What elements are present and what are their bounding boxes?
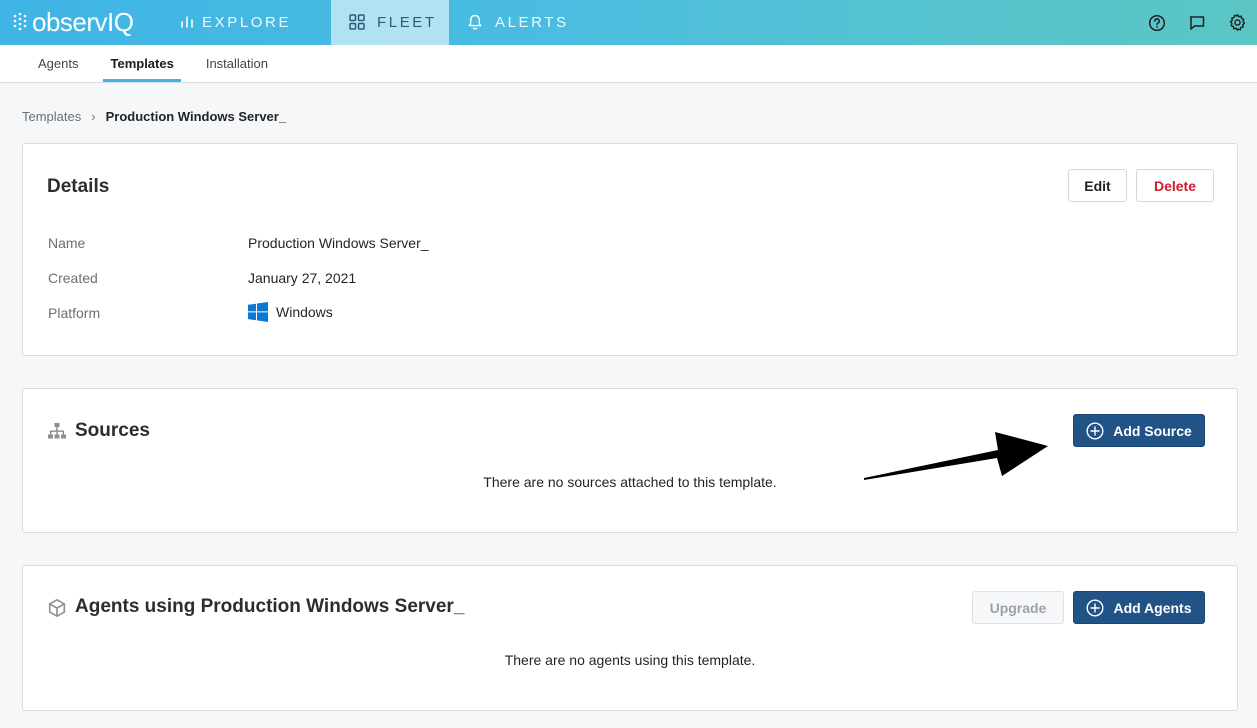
- plus-circle-icon: [1086, 598, 1104, 617]
- logo[interactable]: observIQ: [0, 0, 150, 45]
- nav-fleet[interactable]: FLEET: [331, 0, 449, 45]
- sources-title: Sources: [75, 420, 150, 441]
- windows-icon: [248, 302, 268, 322]
- logo-dots-icon: [13, 12, 27, 30]
- delete-button[interactable]: Delete: [1136, 169, 1214, 202]
- help-button[interactable]: [1147, 13, 1167, 33]
- edit-button[interactable]: Edit: [1068, 169, 1127, 202]
- platform-text: Windows: [276, 304, 333, 320]
- details-title: Details: [47, 176, 110, 197]
- add-source-label: Add Source: [1113, 422, 1192, 439]
- upgrade-button[interactable]: Upgrade: [972, 591, 1064, 624]
- nav-alerts-label: ALERTS: [495, 14, 569, 31]
- add-agents-label: Add Agents: [1113, 599, 1192, 616]
- add-source-button[interactable]: Add Source: [1073, 414, 1205, 447]
- sources-empty-text: There are no sources attached to this te…: [483, 474, 777, 490]
- name-value: Production Windows Server_: [248, 235, 429, 251]
- breadcrumb-templates-link[interactable]: Templates: [22, 109, 81, 124]
- tab-agents[interactable]: Agents: [22, 45, 94, 82]
- grid-icon: [349, 14, 365, 30]
- breadcrumb: Templates › Production Windows Server_: [22, 109, 286, 124]
- logo-text: observIQ: [32, 7, 134, 37]
- plus-circle-icon: [1086, 421, 1104, 440]
- nav-explore-label: EXPLORE: [202, 14, 292, 31]
- sitemap-icon: [48, 423, 66, 439]
- chat-button[interactable]: [1187, 13, 1207, 33]
- tab-templates[interactable]: Templates: [94, 45, 189, 82]
- top-bar: observIQ EXPLORE FLEET ALERTS: [0, 0, 1257, 45]
- platform-value: Windows: [248, 302, 333, 322]
- chat-icon: [1189, 15, 1205, 30]
- add-agents-button[interactable]: Add Agents: [1073, 591, 1205, 624]
- cube-icon: [48, 599, 66, 617]
- platform-label: Platform: [48, 305, 101, 321]
- nav-alerts[interactable]: ALERTS: [449, 0, 579, 45]
- breadcrumb-current: Production Windows Server_: [105, 109, 287, 124]
- details-card: Details Edit Delete Name Production Wind…: [22, 143, 1238, 356]
- nav-explore[interactable]: EXPLORE: [150, 0, 331, 45]
- agents-title: Agents using Production Windows Server_: [75, 596, 465, 617]
- sources-card: Sources Add Source There are no sources …: [22, 388, 1238, 533]
- agents-card: Agents using Production Windows Server_ …: [22, 565, 1238, 711]
- nav-fleet-label: FLEET: [377, 14, 437, 31]
- settings-icon: [1229, 13, 1245, 32]
- top-right-icons: [1147, 0, 1257, 45]
- tab-installation[interactable]: Installation: [190, 45, 284, 82]
- sub-navigation: Agents Templates Installation: [0, 45, 1257, 83]
- annotation-arrow-icon: [864, 432, 1048, 480]
- help-icon: [1148, 14, 1166, 31]
- bell-icon: [468, 14, 482, 30]
- breadcrumb-separator: ›: [91, 109, 96, 124]
- settings-button[interactable]: [1227, 13, 1247, 33]
- created-value: January 27, 2021: [248, 270, 357, 286]
- created-label: Created: [48, 270, 98, 286]
- agents-empty-text: There are no agents using this template.: [504, 652, 756, 668]
- bar-chart-icon: [181, 16, 193, 28]
- name-label: Name: [48, 235, 86, 251]
